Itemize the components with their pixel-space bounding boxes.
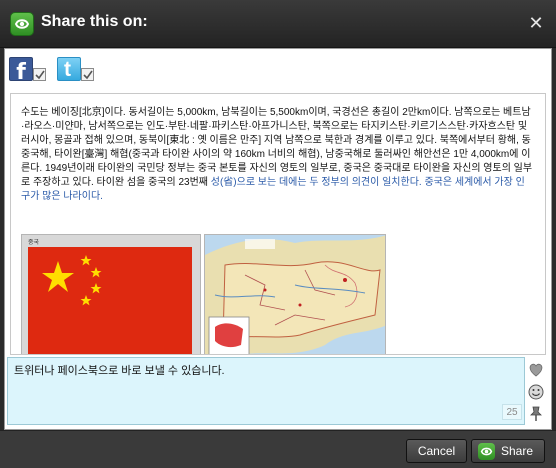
dialog-titlebar: Share this on: ✕ — [0, 0, 556, 48]
smiley-icon[interactable] — [527, 383, 545, 401]
facebook-icon[interactable]: f — [9, 57, 33, 85]
share-button[interactable]: Share — [471, 439, 545, 463]
heart-icon[interactable] — [527, 361, 545, 379]
share-panel: f t 수도는 베이징[北京]이다. 동서길이는 5,000km, 남북길이는 … — [4, 48, 552, 430]
flag-caption: 중국 — [28, 240, 40, 246]
twitter-icon[interactable]: t — [57, 57, 81, 81]
message-input[interactable] — [14, 362, 514, 406]
twitter-glyph: t — [64, 58, 71, 81]
character-counter: 25 — [502, 404, 522, 420]
article-text: 수도는 베이징[北京]이다. 동서길이는 5,000km, 남북길이는 5,50… — [21, 106, 533, 204]
flag-stars — [42, 255, 102, 306]
share-button-label: Share — [501, 444, 534, 458]
message-compose-box: 25 — [7, 357, 525, 425]
pin-icon[interactable] — [527, 405, 545, 423]
article-preview: 수도는 베이징[北京]이다. 동서길이는 5,000km, 남북길이는 5,50… — [10, 93, 546, 355]
cancel-button[interactable]: Cancel — [406, 439, 467, 463]
flag-image: 중국 — [21, 234, 201, 354]
twitter-checkbox[interactable] — [81, 68, 94, 81]
share-button-icon — [478, 443, 495, 460]
article-body: 수도는 베이징[北京]이다. 동서길이는 5,000km, 남북길이는 5,50… — [21, 107, 533, 188]
china-map-image — [204, 234, 386, 354]
china-flag — [28, 247, 192, 354]
facebook-checkbox[interactable] — [33, 68, 46, 81]
dialog-footer: Cancel Share — [0, 430, 556, 468]
close-button[interactable]: ✕ — [526, 12, 546, 34]
compose-side-icons — [527, 361, 547, 427]
dialog-title: Share this on: — [41, 13, 148, 30]
share-logo-icon — [10, 12, 34, 36]
